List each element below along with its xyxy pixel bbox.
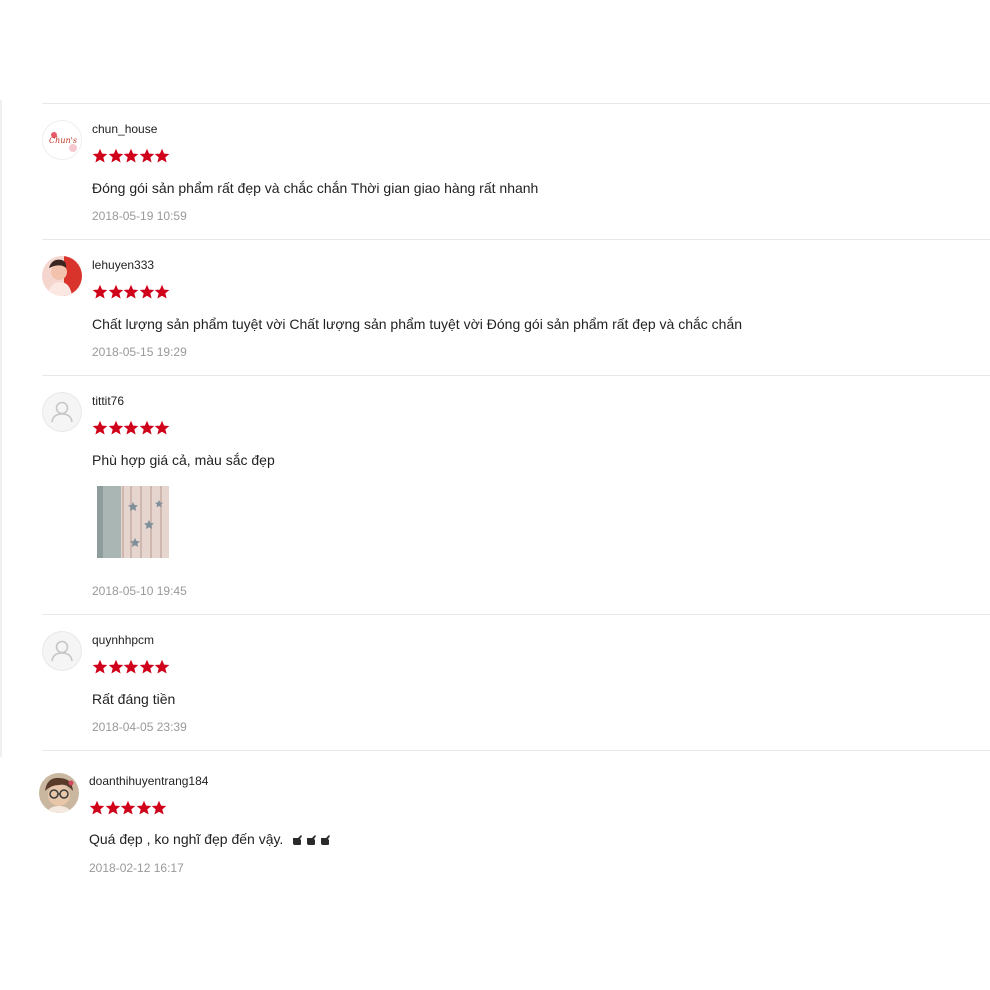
star-icon: [139, 148, 154, 163]
curtain-photo-icon: [97, 486, 169, 558]
star-icon: [120, 800, 136, 815]
star-icon: [123, 420, 139, 435]
user-photo-icon: [39, 773, 79, 813]
star-icon: [92, 284, 108, 299]
avatar[interactable]: [42, 631, 82, 671]
star-icon: [139, 420, 154, 435]
avatar[interactable]: [39, 773, 79, 813]
star-icon: [123, 284, 139, 299]
avatar[interactable]: [42, 256, 82, 296]
review-date: 2018-05-19 10:59: [92, 209, 187, 223]
username[interactable]: lehuyen333: [92, 258, 154, 272]
review-item: doanthihuyentrang184 Quá đẹp , ko nghĩ đ…: [39, 750, 990, 887]
review-item: quynhhpcm Rất đáng tiền 2018-04-05 23:39: [42, 614, 990, 751]
rating-stars: [92, 659, 170, 675]
star-icon: [136, 800, 151, 815]
star-icon: [154, 420, 170, 435]
star-icon: [92, 420, 108, 435]
review-date: 2018-05-15 19:29: [92, 345, 187, 359]
default-user-icon: [42, 392, 82, 432]
star-icon: [105, 800, 120, 815]
star-icon: [151, 800, 167, 815]
rating-stars: [92, 148, 170, 164]
username[interactable]: quynhhpcm: [92, 633, 154, 647]
star-icon: [92, 659, 108, 674]
star-icon: [108, 420, 123, 435]
rating-stars: [89, 800, 167, 816]
star-icon: [139, 284, 154, 299]
pointing-hand-icon: [321, 835, 331, 846]
review-item: tittit76 Phù hợp giá cả, màu sắc đẹp 201…: [42, 375, 990, 615]
review-comment: Rất đáng tiền: [92, 691, 176, 707]
review-date: 2018-04-05 23:39: [92, 720, 187, 734]
review-comment: Đóng gói sản phẩm rất đẹp và chắc chắn T…: [92, 180, 539, 196]
review-comment: Quá đẹp , ko nghĩ đẹp đến vậy.: [89, 831, 331, 847]
emoji-group: [291, 834, 331, 846]
avatar[interactable]: [42, 392, 82, 432]
shop-logo-icon: Chun's: [44, 122, 81, 159]
rating-stars: [92, 420, 170, 436]
svg-text:Chun's: Chun's: [49, 136, 77, 145]
review-item: Chun's chun_house Đóng gói sản phẩm rất …: [42, 103, 990, 240]
username[interactable]: tittit76: [92, 394, 124, 408]
star-icon: [108, 148, 123, 163]
star-icon: [89, 800, 105, 815]
pointing-hand-icon: [307, 835, 317, 846]
default-user-icon: [42, 631, 82, 671]
avatar[interactable]: Chun's: [42, 120, 82, 160]
star-icon: [154, 148, 170, 163]
review-comment-text: Quá đẹp , ko nghĩ đẹp đến vậy.: [89, 831, 284, 847]
left-rule: [0, 100, 2, 757]
rating-stars: [92, 284, 170, 300]
review-date: 2018-02-12 16:17: [89, 861, 184, 875]
username[interactable]: doanthihuyentrang184: [89, 774, 208, 788]
review-comment: Phù hợp giá cả, màu sắc đẹp: [92, 452, 275, 468]
star-icon: [123, 659, 139, 674]
star-icon: [92, 148, 108, 163]
star-icon: [108, 659, 123, 674]
review-date: 2018-05-10 19:45: [92, 584, 187, 598]
review-comment: Chất lượng sản phẩm tuyệt vời Chất lượng…: [92, 316, 743, 332]
review-item: lehuyen333 Chất lượng sản phẩm tuyệt vời…: [42, 239, 990, 376]
star-icon: [139, 659, 154, 674]
review-photo-thumbnail[interactable]: [97, 486, 169, 558]
star-icon: [123, 148, 139, 163]
user-photo-icon: [42, 256, 82, 296]
star-icon: [108, 284, 123, 299]
pointing-hand-icon: [293, 835, 303, 846]
star-icon: [154, 284, 170, 299]
username[interactable]: chun_house: [92, 122, 157, 136]
star-icon: [154, 659, 170, 674]
